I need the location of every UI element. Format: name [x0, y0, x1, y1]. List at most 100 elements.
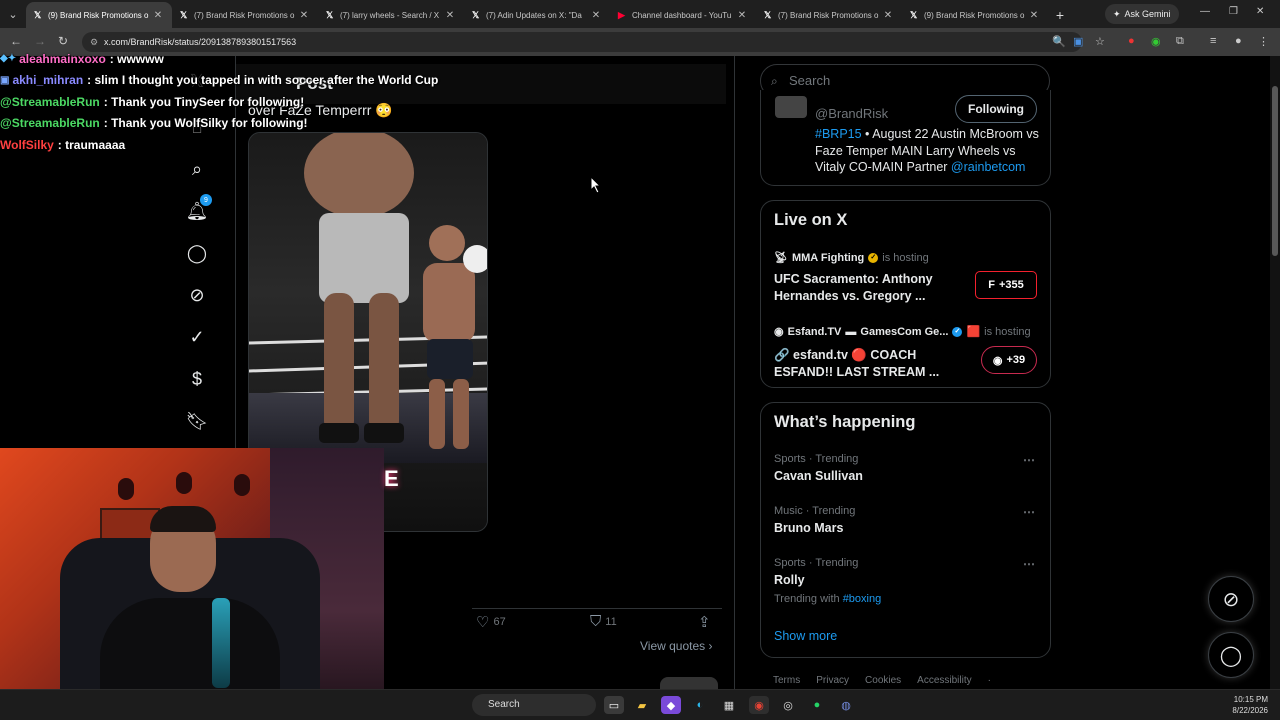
translate-icon[interactable]: ▣ — [1073, 35, 1083, 48]
more-options-icon[interactable]: ⋯ — [1023, 505, 1035, 519]
column-divider — [734, 56, 735, 689]
edge-browser-icon[interactable]: ◐ — [690, 696, 710, 714]
chrome-icon[interactable]: ◉ — [749, 696, 769, 714]
trending-with-label: Trending with — [774, 593, 840, 605]
tab-title: (7) Adin Updates on X: "Da — [486, 10, 582, 20]
grammarly-extension-icon[interactable]: ◉ — [1151, 35, 1161, 48]
ask-gemini-button[interactable]: ✦ Ask Gemini — [1105, 4, 1179, 24]
browser-tab[interactable]: 𝕏 (9) Brand Risk Promotions o ✕ — [902, 2, 1048, 28]
close-icon[interactable]: ✕ — [1028, 10, 1040, 21]
taskbar-search-input[interactable]: Search — [472, 694, 596, 716]
x-logo-icon: 𝕏 — [764, 9, 772, 20]
extensions-puzzle-icon[interactable]: ⧉ — [1176, 35, 1184, 48]
close-icon[interactable]: ✕ — [882, 10, 894, 21]
copilot-icon[interactable]: ◆ — [661, 696, 681, 714]
browser-tab[interactable]: 𝕏 (7) Adin Updates on X: "Da ✕ — [464, 2, 610, 28]
scrollbar-thumb[interactable] — [1272, 86, 1278, 256]
restore-icon[interactable]: ❐ — [1229, 6, 1238, 17]
footer-link-accessibility[interactable]: Accessibility — [917, 675, 971, 686]
grok-fab-button[interactable]: ⊘ — [1208, 576, 1254, 622]
task-view-icon[interactable]: ▭ — [604, 696, 624, 714]
live-listener-count[interactable]: ◉ +39 — [981, 346, 1037, 374]
chat-message: ◆✦ aleahmainxoxo : wwwww — [0, 48, 470, 70]
more-options-icon[interactable]: ⋯ — [1023, 557, 1035, 571]
tab-title: Channel dashboard - YouTu — [632, 10, 732, 20]
clock-date: 8/22/2026 — [1232, 706, 1268, 715]
happening-card-title: What’s happening — [774, 413, 916, 431]
footer-link-privacy[interactable]: Privacy — [816, 675, 849, 686]
bookmark-button[interactable]: ⛉ 11 — [590, 613, 617, 630]
premium-dollar-icon[interactable]: $ — [180, 362, 214, 396]
grok-icon[interactable]: ◯ — [180, 236, 214, 270]
forward-arrow-icon[interactable]: → — [34, 34, 46, 48]
close-icon[interactable]: ✕ — [298, 10, 310, 21]
messages-fab-button[interactable]: ◯ — [1208, 632, 1254, 678]
boxer-front-view — [423, 225, 487, 449]
live-listener-count[interactable]: F +355 — [975, 271, 1037, 299]
url-text: x.com/BrandRisk/status/20913878938015175… — [104, 37, 297, 47]
back-arrow-icon[interactable]: ← — [10, 34, 22, 48]
new-tab-button[interactable]: + — [1048, 2, 1072, 28]
x-logo-icon: 𝕏 — [326, 9, 334, 20]
whatsapp-icon[interactable]: ● — [807, 696, 827, 714]
browser-tab[interactable]: 𝕏 (9) Brand Risk Promotions o ✕ — [26, 2, 172, 28]
file-explorer-icon[interactable]: ▰ — [632, 696, 652, 714]
bookmarks-icon[interactable]: 🔖︎ — [180, 404, 214, 438]
more-options-icon[interactable]: ⋯ — [1023, 453, 1035, 467]
messages-icon[interactable]: ⊘ — [180, 278, 214, 312]
following-button[interactable]: Following — [955, 95, 1037, 123]
footer-link-terms[interactable]: Terms — [773, 675, 800, 686]
live-host[interactable]: 📡︎ MMA Fighting ✓ is hosting — [774, 251, 929, 265]
webcam-overlay — [0, 448, 384, 720]
taskbar-clock[interactable]: 10:15 PM 8/22/2026 — [1218, 694, 1268, 716]
browser-tab[interactable]: 𝕏 (7) Brand Risk Promotions o ✕ — [172, 2, 318, 28]
browser-tab[interactable]: ▶ Channel dashboard - YouTu ✕ — [610, 2, 756, 28]
profile-avatar-icon[interactable]: ● — [1235, 35, 1242, 47]
bio-hashtag[interactable]: #BRP15 — [815, 127, 862, 141]
more-menu-icon[interactable]: ⋮ — [1258, 35, 1269, 48]
browser-tab[interactable]: 𝕏 (7) Brand Risk Promotions o ✕ — [756, 2, 902, 28]
like-button[interactable]: ♡ 67 — [476, 613, 506, 631]
notifications-bell-icon[interactable]: 🔔︎ 9 — [180, 194, 214, 228]
avatar: ◉ — [774, 326, 784, 338]
page-scrollbar[interactable] — [1270, 56, 1280, 689]
trend-name[interactable]: Cavan Sullivan — [774, 469, 863, 483]
close-icon[interactable]: ✕ — [152, 10, 164, 21]
bio-mention[interactable]: @rainbetcom — [951, 160, 1026, 174]
tab-search-button[interactable]: ⌄ — [0, 0, 26, 28]
boxer-back-view — [304, 133, 414, 443]
close-icon[interactable]: ✕ — [736, 10, 748, 21]
heart-icon: ♡ — [476, 614, 490, 631]
share-button[interactable]: ⇪ — [698, 613, 711, 631]
discord-icon[interactable]: ◍ — [836, 696, 856, 714]
footer-link-cookies[interactable]: Cookies — [865, 675, 901, 686]
obs-icon[interactable]: ◎ — [778, 696, 798, 714]
tab-title: (7) Brand Risk Promotions o — [778, 10, 879, 20]
show-more-link[interactable]: Show more — [774, 629, 837, 643]
verified-icon[interactable]: ✓ — [180, 320, 214, 354]
profile-handle[interactable]: @BrandRisk — [815, 106, 888, 121]
close-icon[interactable]: ✕ — [444, 10, 456, 21]
bookmark-star-icon[interactable]: ☆ — [1095, 35, 1105, 48]
trend-name[interactable]: Bruno Mars — [774, 521, 843, 535]
trend-hashtag[interactable]: #boxing — [843, 593, 882, 605]
close-icon[interactable]: ✕ — [590, 10, 602, 21]
live-title[interactable]: 🔗 esfand.tv 🔴 COACH ESFAND!! LAST STREAM… — [774, 347, 964, 380]
reload-icon[interactable]: ↻ — [58, 34, 68, 48]
live-title[interactable]: UFC Sacramento: Anthony Hernandes vs. Gr… — [774, 271, 964, 304]
browser-tab[interactable]: 𝕏 (7) larry wheels - Search / X ✕ — [318, 2, 464, 28]
zoom-icon[interactable]: 🔍 — [1052, 35, 1066, 48]
live-card-title: Live on X — [774, 211, 848, 229]
live-host[interactable]: ◉ Esfand.TV ▬ GamesCom Ge... ✓ 🟥 is host… — [774, 325, 1031, 339]
extension-record-icon[interactable]: ● — [1128, 35, 1135, 47]
search-icon[interactable]: ⌕ — [180, 152, 214, 186]
avatar[interactable] — [775, 96, 807, 118]
trend-name[interactable]: Rolly — [774, 573, 805, 587]
notification-badge: 9 — [200, 194, 212, 206]
media-control-icon[interactable]: ≡ — [1210, 35, 1216, 47]
view-quotes-link[interactable]: View quotes › — [640, 639, 713, 653]
minimize-icon[interactable]: — — [1200, 6, 1210, 17]
footer-links: Terms Privacy Cookies Accessibility · — [773, 675, 991, 686]
close-window-icon[interactable]: ✕ — [1256, 6, 1264, 17]
microsoft-store-icon[interactable]: ▦ — [719, 696, 739, 714]
